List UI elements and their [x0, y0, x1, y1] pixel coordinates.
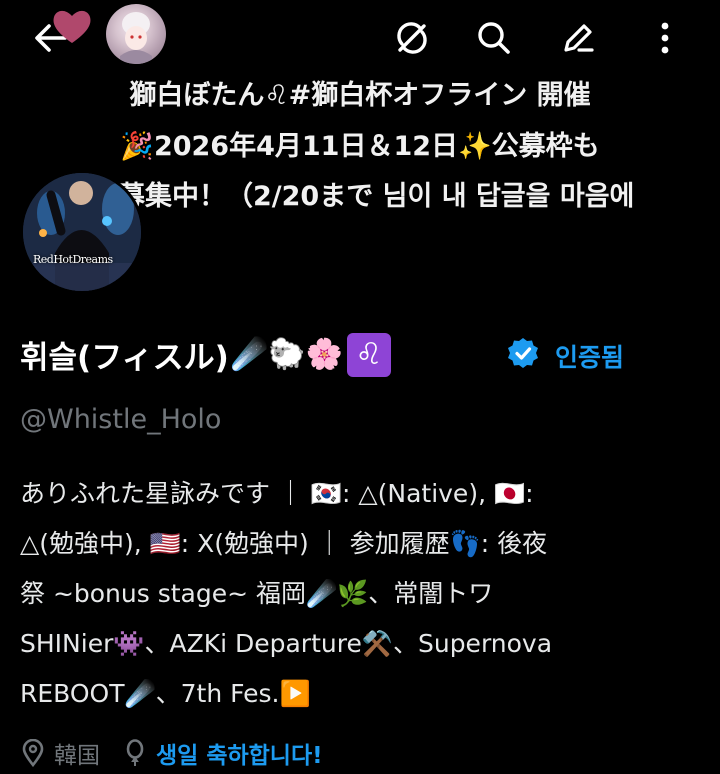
bio-line-4: SHINier👾、AZKi Departure⚒️、Supernova: [20, 629, 553, 658]
location-pin-icon: [22, 739, 44, 767]
search-button[interactable]: [472, 18, 516, 58]
refresh-off-icon: [397, 22, 427, 54]
name-emojis: ☄️🐑🌸: [230, 337, 343, 372]
search-icon: [478, 22, 510, 54]
handle: @Whistle_Holo: [20, 404, 222, 435]
more-vertical-icon: [661, 22, 669, 54]
refresh-off-button[interactable]: [390, 18, 434, 58]
banner-line-2: 🎉2026年4月11日＆12日✨公募枠も: [120, 131, 600, 162]
avatar-caption: RedHotDreams: [33, 253, 113, 266]
birthday-link[interactable]: 생일 축하합니다!: [156, 736, 323, 770]
edit-icon: [564, 24, 594, 52]
profile-avatar[interactable]: RedHotDreams: [20, 170, 144, 294]
bio-line-5: REBOOT☄️、7th Fes.▶️: [20, 679, 311, 708]
bio-line-1: ありふれた星詠みです ｜ 🇰🇷: △(Native), 🇯🇵:: [20, 479, 534, 508]
profile-meta: 韓国 생일 축하합니다!: [20, 736, 323, 770]
banner-line-1: 獅白ぼたん♌#獅白杯オフライン 開催: [129, 80, 591, 111]
banner-line-3: 募集中！（2/20まで 님이 내 답글을 마음에: [118, 181, 635, 212]
location-text: 韓国: [54, 743, 100, 769]
top-bar: [0, 0, 720, 80]
bio-line-3: 祭 ~bonus stage~ 福岡☄️🌿、常闇トワ: [20, 579, 494, 608]
verified-badge-icon[interactable]: [506, 336, 540, 370]
bio-line-2: △(勉強中), 🇺🇸: X(勉強中) ｜ 参加履歴👣: 後夜: [20, 529, 548, 558]
more-button[interactable]: [650, 18, 680, 58]
verified-label[interactable]: 인증됨: [555, 338, 624, 374]
balloon-icon: [126, 739, 144, 766]
heart-icon: [53, 10, 91, 44]
header-avatar[interactable]: [106, 4, 166, 64]
display-name: 휘슬(フィスル) ☄️🐑🌸 ♌: [20, 332, 391, 377]
edit-button[interactable]: [556, 18, 600, 58]
display-name-text: 휘슬(フィスル): [20, 340, 229, 376]
leo-icon: ♌: [346, 332, 391, 377]
